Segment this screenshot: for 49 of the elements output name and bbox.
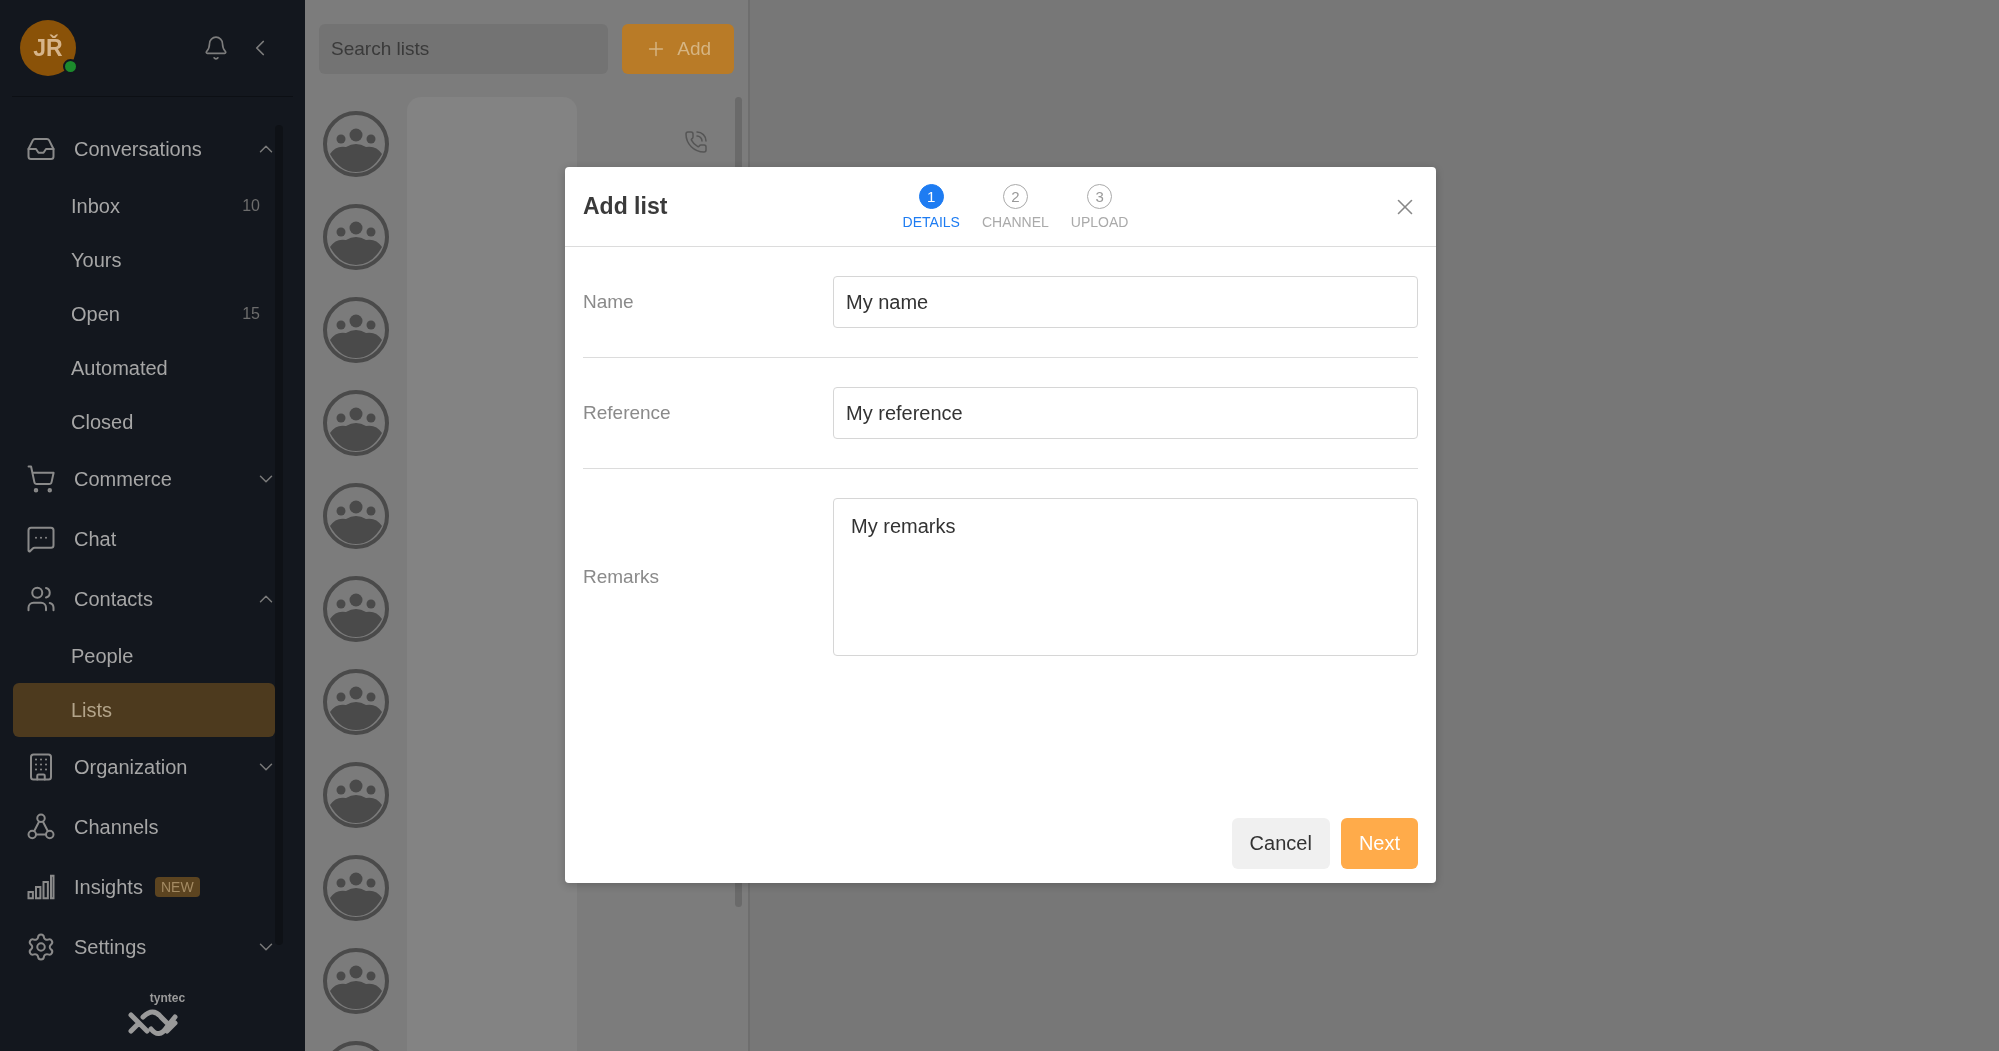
nav-subitem[interactable]: Yours bbox=[13, 233, 275, 287]
step-number[interactable]: 1 bbox=[918, 183, 944, 209]
nav-item[interactable]: Conversations bbox=[0, 119, 305, 179]
nav-subitem[interactable]: People bbox=[13, 629, 275, 683]
nav-item[interactable]: Channels bbox=[0, 797, 305, 857]
group-avatar-icon bbox=[322, 202, 390, 271]
group-avatar-icon bbox=[322, 853, 390, 922]
group-avatar-icon bbox=[322, 109, 390, 178]
input-field[interactable]: My reference bbox=[833, 387, 1418, 439]
item-count: 10 bbox=[242, 197, 260, 215]
remarks-field[interactable]: My remarks bbox=[833, 498, 1418, 656]
field-label: Remarks bbox=[583, 566, 660, 588]
bell-icon[interactable] bbox=[203, 35, 229, 61]
group-avatar-icon bbox=[322, 388, 390, 457]
cancel-button[interactable]: Cancel bbox=[1231, 818, 1330, 869]
nav-subitem[interactable]: Open 15 bbox=[13, 287, 275, 341]
nav-subitem[interactable]: Automated bbox=[13, 341, 275, 395]
group-avatar-icon bbox=[322, 574, 390, 643]
group-avatar-icon bbox=[322, 667, 390, 736]
group-avatar-icon bbox=[322, 946, 390, 1015]
nav-subitem[interactable]: Inbox 10 bbox=[13, 179, 275, 233]
group-avatar-icon bbox=[322, 481, 390, 550]
group-avatar-icon bbox=[322, 760, 390, 829]
new-badge: NEW bbox=[154, 877, 200, 897]
nav-item[interactable]: Settings bbox=[0, 917, 305, 977]
people-icon bbox=[26, 584, 56, 614]
nav-item[interactable]: Commerce bbox=[0, 449, 305, 509]
settings-icon bbox=[26, 932, 56, 962]
phone-icon bbox=[684, 130, 708, 154]
field-label: Name bbox=[583, 291, 635, 313]
dialog-title: Add list bbox=[583, 193, 668, 220]
field-label: Reference bbox=[583, 402, 672, 424]
nav-item[interactable]: Insights NEW bbox=[0, 857, 305, 917]
input-field[interactable]: My name bbox=[833, 276, 1418, 328]
chat-bubble-icon bbox=[26, 524, 56, 554]
brand-name: tyntec bbox=[149, 991, 186, 1005]
nav-item[interactable]: Contacts bbox=[0, 569, 305, 629]
scrollbar[interactable] bbox=[275, 125, 283, 945]
cart-icon bbox=[26, 464, 56, 494]
nav-subitem[interactable]: Closed bbox=[13, 395, 275, 449]
nodes-icon bbox=[26, 812, 56, 842]
nav-item[interactable]: Chat bbox=[0, 509, 305, 569]
nav-item[interactable]: Organization bbox=[0, 737, 305, 797]
step-label[interactable]: DETAILS bbox=[902, 213, 960, 230]
search-field[interactable]: Search lists bbox=[319, 23, 609, 74]
item-count: 15 bbox=[242, 305, 260, 323]
nav-subitem[interactable]: Lists bbox=[13, 683, 275, 737]
bar-chart-icon bbox=[26, 872, 56, 902]
group-avatar-icon bbox=[322, 295, 390, 364]
